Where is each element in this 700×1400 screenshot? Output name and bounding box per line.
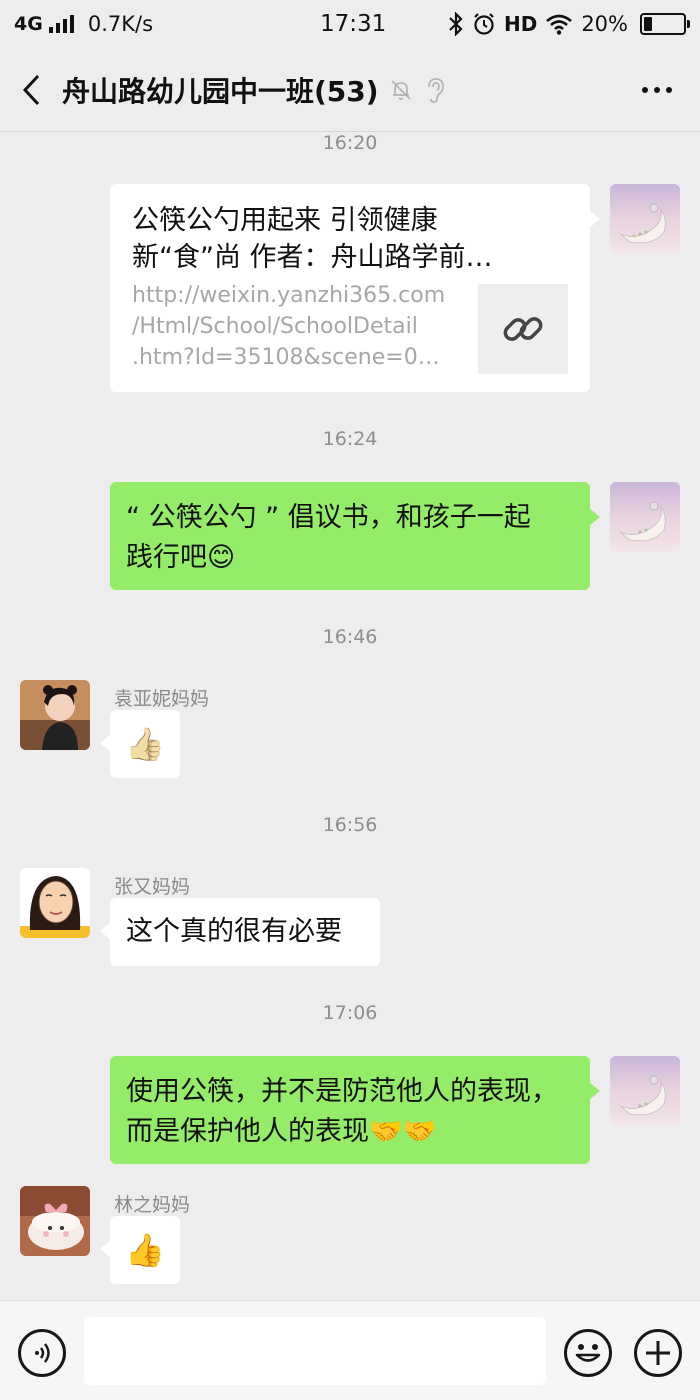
received-emoji-message[interactable]: 👍 (100, 1216, 180, 1284)
thumbs-up-emoji: 👍 (125, 725, 165, 763)
received-emoji-message[interactable]: 👍 (100, 710, 180, 778)
received-text-message[interactable]: 这个真的很有必要 (100, 898, 380, 966)
link-card-message[interactable]: 公筷公勺用起来 引领健康 新“食”尚 作者：舟山路学前… http://weix… (110, 184, 600, 392)
message-text: 这个真的很有必要 (126, 916, 342, 947)
sender-name: 林之妈妈 (114, 1194, 191, 1216)
message-list[interactable]: 16:20 公筷公勺用起来 引领健康 新“食”尚 作者：舟山路学前… http:… (0, 132, 700, 1300)
mute-bell-icon (390, 79, 411, 100)
link-icon (503, 317, 543, 341)
more-functions-button[interactable] (634, 1329, 682, 1377)
message-text-line: 使用公筷，并不是防范他人的表现， (126, 1076, 558, 1107)
timestamp: 17:06 (322, 1002, 378, 1024)
my-avatar[interactable] (610, 482, 680, 552)
battery-icon (640, 13, 690, 35)
chat-status-icons (389, 77, 445, 103)
status-right: HD 20% (448, 12, 690, 36)
alarm-icon (474, 13, 494, 35)
chevron-left-icon (22, 74, 40, 105)
hd-label: HD (503, 12, 538, 36)
emoji-button[interactable] (564, 1329, 612, 1377)
voice-icon (35, 1343, 50, 1363)
clock: 17:31 (320, 11, 387, 37)
link-thumbnail (478, 284, 568, 374)
chat-title: 舟山路幼儿园中一班(53) (62, 74, 379, 108)
bluetooth-icon (449, 12, 463, 36)
voice-button[interactable] (18, 1329, 66, 1377)
more-options-button[interactable] (632, 70, 682, 110)
message-text-line: 践行吧😊 (126, 542, 236, 573)
sent-text-message[interactable]: 使用公筷，并不是防范他人的表现， 而是保护他人的表现🤝🤝 (110, 1056, 600, 1164)
sender-name: 张又妈妈 (114, 876, 191, 898)
smiley-icon (575, 1344, 601, 1362)
timestamp: 16:56 (322, 814, 378, 836)
link-card-title-line: 公筷公勺用起来 引领健康 (132, 205, 438, 236)
thumbs-up-emoji: 👍 (125, 1231, 165, 1269)
message-text-line: 而是保护他人的表现🤝🤝 (126, 1116, 437, 1147)
my-avatar[interactable] (610, 1056, 680, 1126)
chat-header: 舟山路幼儿园中一班(53) (0, 48, 700, 132)
timestamp: 16:46 (322, 626, 378, 648)
wifi-icon (546, 14, 573, 35)
timestamp: 16:24 (322, 428, 378, 450)
ear-icon (427, 77, 444, 103)
contact-avatar[interactable] (20, 680, 90, 750)
my-avatar[interactable] (610, 184, 680, 254)
signal-icon (48, 15, 74, 33)
battery-percent: 20% (581, 12, 628, 36)
link-card-url: http://weixin.yanzhi365.com /Html/School… (132, 280, 462, 373)
link-card-url-line: http://weixin.yanzhi365.com (132, 283, 446, 308)
link-card-title: 公筷公勺用起来 引领健康 新“食”尚 作者：舟山路学前… (132, 202, 572, 276)
sender-name: 袁亚妮妈妈 (114, 688, 210, 710)
message-input[interactable] (84, 1317, 546, 1385)
message-text-line: “ 公筷公勺 ” 倡议书，和孩子一起 (126, 502, 531, 533)
input-bar (0, 1300, 700, 1400)
status-left: 4G 0.7K/s (14, 12, 294, 36)
plus-icon (646, 1341, 670, 1365)
network-speed: 0.7K/s (87, 12, 154, 36)
link-card-url-line: /Html/School/SchoolDetail (132, 314, 418, 339)
status-bar: 4G 0.7K/s 17:31 HD 20% (0, 0, 700, 48)
sent-text-message[interactable]: “ 公筷公勺 ” 倡议书，和孩子一起 践行吧😊 (110, 482, 600, 590)
timestamp: 16:20 (322, 132, 378, 154)
network-type: 4G (14, 13, 43, 35)
back-button[interactable] (0, 48, 62, 132)
link-card-url-line: .htm?Id=35108&scene=0… (132, 345, 440, 370)
contact-avatar[interactable] (20, 1186, 90, 1256)
contact-avatar[interactable] (20, 868, 90, 938)
link-card-title-line: 新“食”尚 作者：舟山路学前… (132, 242, 493, 273)
